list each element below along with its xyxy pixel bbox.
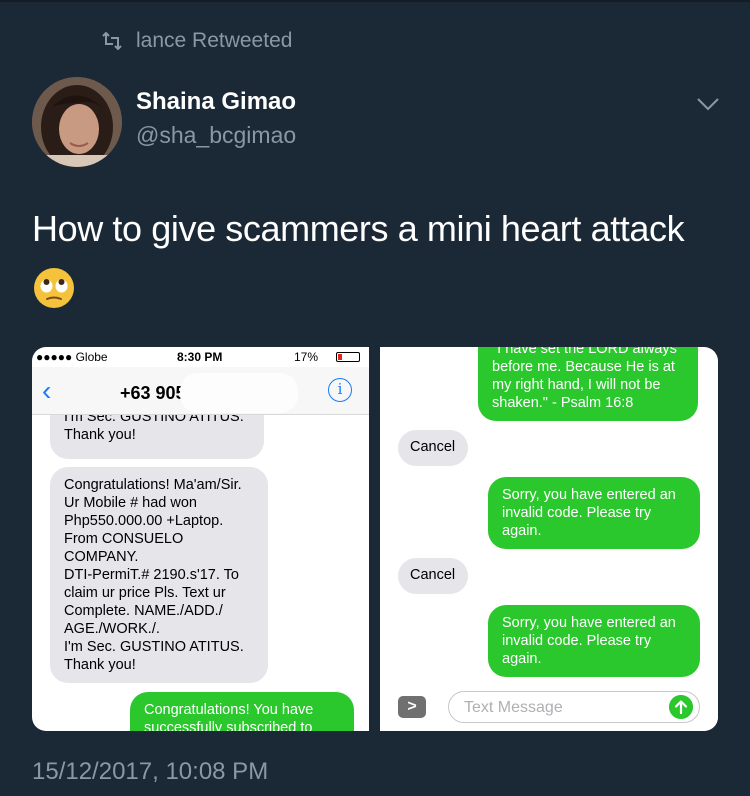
tweet-text: How to give scammers a mini heart attack: [32, 208, 685, 249]
apps-expand-icon[interactable]: >: [398, 696, 426, 718]
back-chevron-icon[interactable]: ‹: [42, 377, 51, 405]
message-bubble-outgoing: Sorry, you have entered an invalid code.…: [488, 477, 700, 549]
chevron-down-icon[interactable]: [694, 92, 722, 116]
message-bubble-outgoing: Congratulations! You have successfully s…: [130, 692, 354, 731]
tweet-media[interactable]: I'm Sec. GUSTINO ATITUS. Thank you! ●●●●…: [32, 347, 718, 731]
conversation-nav-bar: ‹ +63 905 i: [32, 367, 369, 415]
avatar-image: [32, 77, 122, 167]
ios-status-bar: ●●●●● Globe 8:30 PM 17%: [32, 347, 369, 367]
status-time: 8:30 PM: [177, 350, 223, 364]
send-arrow-icon[interactable]: [669, 695, 693, 719]
info-icon[interactable]: i: [328, 378, 352, 402]
retweet-icon: [102, 32, 122, 50]
battery-percent: 17%: [294, 350, 319, 364]
rolling-eyes-emoji-icon: [34, 268, 74, 308]
display-name[interactable]: Shaina Gimao: [136, 88, 296, 116]
top-divider: [0, 0, 750, 2]
tweet-timestamp[interactable]: 15/12/2017, 10:08 PM: [32, 758, 268, 786]
redaction-smudge: [180, 373, 298, 413]
message-text: Sorry, you have entered an invalid code.…: [502, 487, 676, 539]
user-handle[interactable]: @sha_bcgimao: [136, 122, 296, 149]
input-placeholder: Text Message: [464, 699, 563, 716]
message-bubble-incoming: Cancel: [398, 430, 468, 466]
screenshot-left[interactable]: I'm Sec. GUSTINO ATITUS. Thank you! ●●●●…: [32, 347, 369, 731]
message-text: Cancel: [410, 567, 456, 583]
text-message-input[interactable]: Text Message: [448, 691, 700, 723]
message-text: "I have set the LORD always before me. B…: [492, 347, 677, 411]
message-text: Congratulations! Ma'am/Sir. Ur Mobile # …: [64, 477, 244, 673]
message-composer: > Text Message: [380, 683, 718, 731]
retweet-context[interactable]: lance Retweeted: [100, 28, 292, 54]
message-text: Cancel: [410, 439, 456, 455]
message-bubble-outgoing: "I have set the LORD always before me. B…: [478, 347, 698, 421]
message-bubble-outgoing: Sorry, you have entered an invalid code.…: [488, 605, 700, 677]
screenshot-right[interactable]: "I have set the LORD always before me. B…: [380, 347, 718, 731]
message-text: Sorry, you have entered an invalid code.…: [502, 615, 676, 667]
carrier-label: ●●●●● Globe: [36, 350, 108, 364]
avatar[interactable]: [32, 77, 122, 167]
message-text: Congratulations! You have successfully s…: [144, 702, 314, 731]
battery-icon: [336, 352, 360, 362]
retweet-label: lance Retweeted: [136, 29, 293, 52]
contact-number: +63 905: [120, 383, 186, 403]
message-bubble-incoming: Cancel: [398, 558, 468, 594]
message-bubble-incoming: Congratulations! Ma'am/Sir. Ur Mobile # …: [50, 467, 268, 683]
